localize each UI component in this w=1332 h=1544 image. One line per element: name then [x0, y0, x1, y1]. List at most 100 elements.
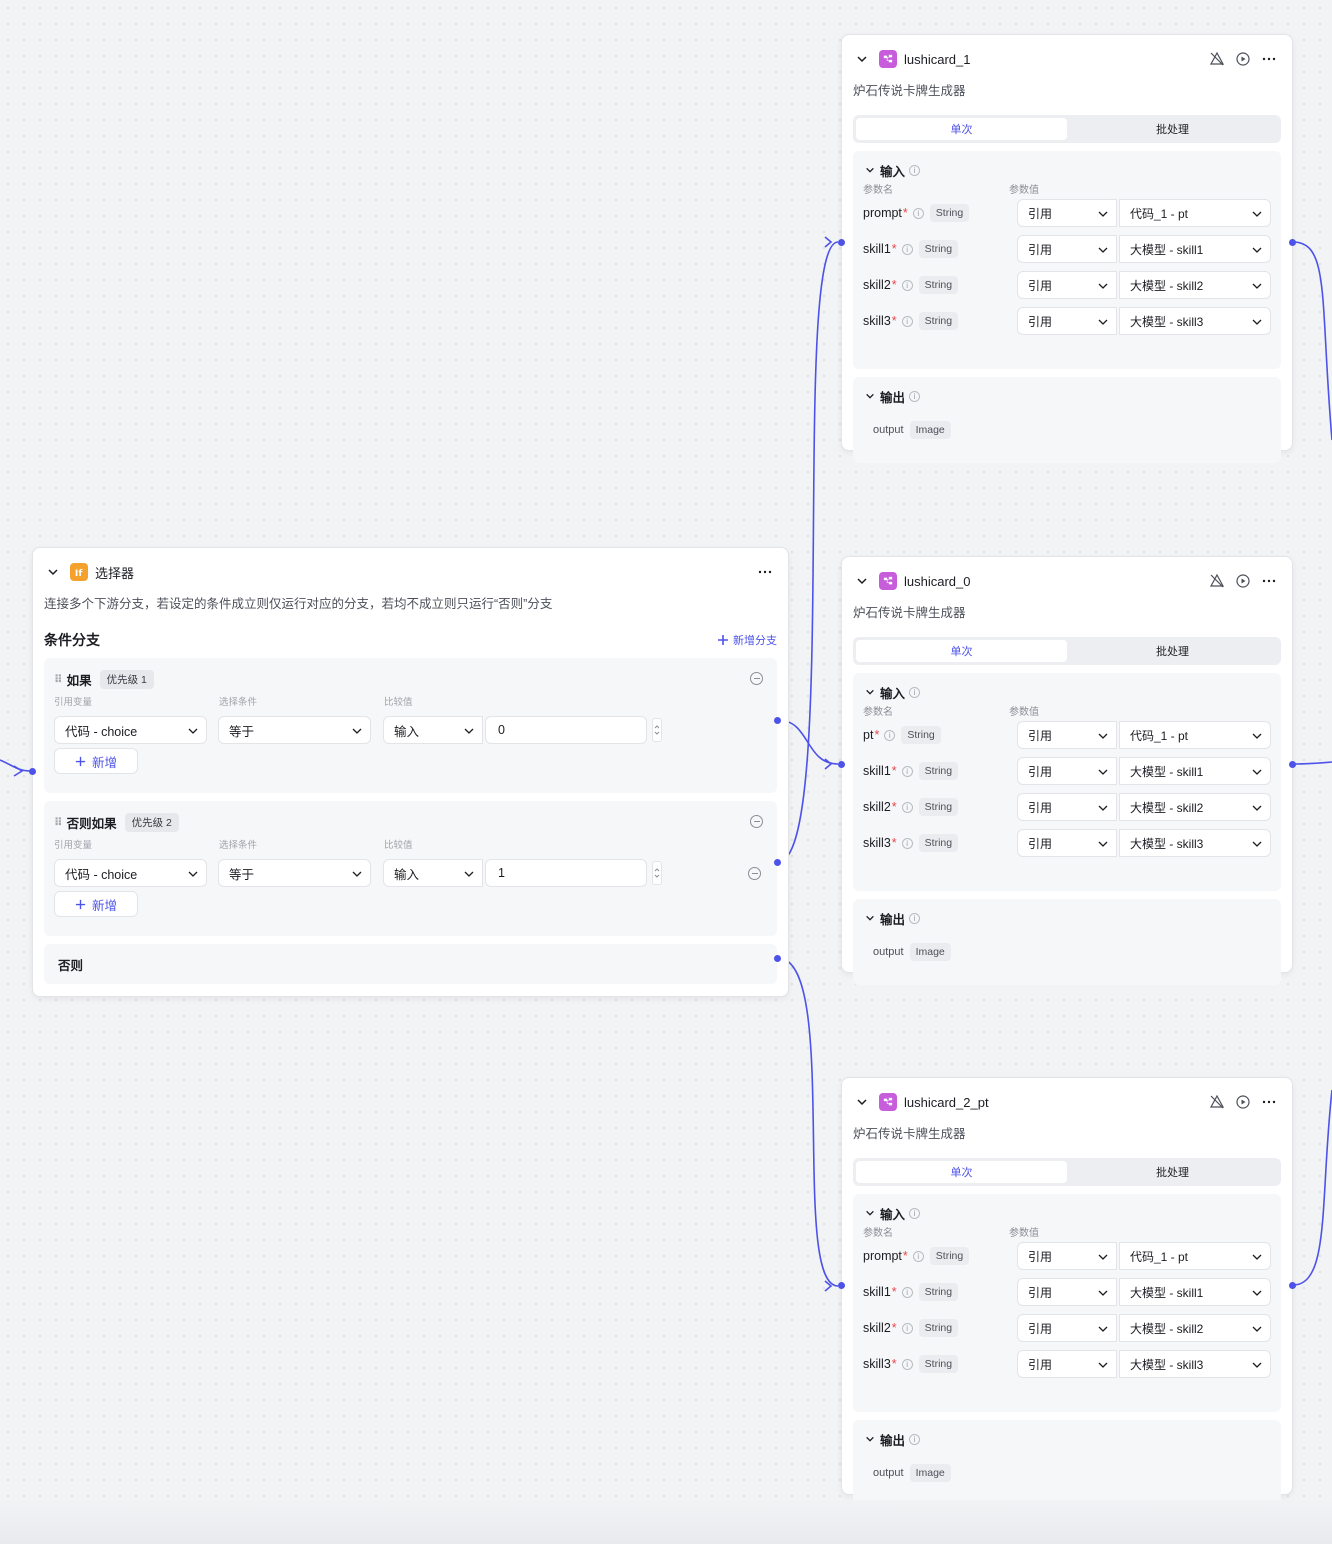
value-mode-select[interactable]: 引用 — [1017, 757, 1117, 785]
reference-select[interactable]: 大模型 - skill1 — [1119, 757, 1271, 785]
reference-select[interactable]: 大模型 - skill3 — [1119, 307, 1271, 335]
if-output-port[interactable] — [774, 717, 781, 724]
info-icon[interactable]: i — [901, 279, 913, 291]
compare-type-select[interactable]: 输入 — [383, 716, 483, 744]
value-mode-select[interactable]: 引用 — [1017, 721, 1117, 749]
compare-value-input[interactable]: 1 — [485, 859, 647, 887]
info-icon[interactable]: i — [909, 912, 921, 924]
value-mode-select[interactable]: 引用 — [1017, 307, 1117, 335]
plugin-node[interactable]: lushicard_1 炉石传说卡牌生成器 单次 批处理 输入 i 参数名 参数值… — [838, 34, 1296, 463]
remove-branch-icon[interactable] — [750, 815, 763, 828]
more-icon[interactable] — [1261, 1094, 1277, 1110]
value-mode-select[interactable]: 引用 — [1017, 1242, 1117, 1270]
compare-type-select[interactable]: 输入 — [383, 859, 483, 887]
reference-select[interactable]: 大模型 - skill3 — [1119, 829, 1271, 857]
chevron-down-icon[interactable] — [863, 1430, 877, 1448]
value-mode-select[interactable]: 引用 — [1017, 793, 1117, 821]
info-icon[interactable]: i — [901, 1358, 913, 1370]
add-branch-button[interactable]: 新增分支 — [717, 632, 777, 648]
play-icon[interactable] — [1235, 573, 1251, 589]
reference-select[interactable]: 大模型 - skill1 — [1119, 1278, 1271, 1306]
tab-batch[interactable]: 批处理 — [1067, 118, 1278, 140]
value-mode-select[interactable]: 引用 — [1017, 271, 1117, 299]
info-icon[interactable]: i — [901, 315, 913, 327]
chevron-down-icon[interactable] — [863, 683, 877, 701]
chevron-down-icon[interactable] — [853, 572, 871, 590]
variable-select[interactable]: 代码 - choice — [54, 859, 207, 887]
error-off-icon[interactable] — [1209, 573, 1225, 589]
info-icon[interactable]: i — [901, 765, 913, 777]
info-icon[interactable]: i — [912, 207, 924, 219]
value-mode-select[interactable]: 引用 — [1017, 235, 1117, 263]
add-condition-button[interactable]: 新增 — [54, 891, 138, 917]
tab-single[interactable]: 单次 — [856, 118, 1067, 140]
tab-batch[interactable]: 批处理 — [1067, 640, 1278, 662]
chevron-down-icon[interactable] — [863, 161, 877, 179]
remove-condition-icon[interactable] — [748, 866, 761, 880]
reference-select[interactable]: 大模型 - skill2 — [1119, 271, 1271, 299]
info-icon[interactable]: i — [909, 1433, 921, 1445]
input-port[interactable] — [838, 761, 845, 768]
variable-select[interactable]: 代码 - choice — [54, 716, 207, 744]
error-off-icon[interactable] — [1209, 1094, 1225, 1110]
elseif-output-port[interactable] — [774, 859, 781, 866]
info-icon[interactable]: i — [901, 837, 913, 849]
plugin-node[interactable]: lushicard_0 炉石传说卡牌生成器 单次 批处理 输入 i 参数名 参数值… — [838, 556, 1296, 985]
more-icon[interactable] — [1261, 573, 1277, 589]
info-icon[interactable]: i — [901, 801, 913, 813]
chevron-down-icon[interactable] — [853, 1093, 871, 1111]
drag-handle-icon[interactable]: ⠿ — [54, 816, 62, 829]
selector-node[interactable]: If 选择器 连接多个下游分支，若设定的条件成立则仅运行对应的分支，若均不成立则… — [29, 547, 789, 997]
chevron-down-icon[interactable] — [44, 563, 62, 581]
output-port[interactable] — [1289, 1282, 1296, 1289]
error-off-icon[interactable] — [1209, 51, 1225, 67]
chevron-down-icon[interactable] — [863, 387, 877, 405]
reference-select[interactable]: 大模型 - skill3 — [1119, 1350, 1271, 1378]
info-icon[interactable]: i — [884, 729, 896, 741]
plugin-node[interactable]: lushicard_2_pt 炉石传说卡牌生成器 单次 批处理 输入 i 参数名… — [838, 1077, 1296, 1506]
info-icon[interactable]: i — [901, 243, 913, 255]
reference-select[interactable]: 代码_1 - pt — [1119, 199, 1271, 227]
reference-select[interactable]: 代码_1 - pt — [1119, 721, 1271, 749]
number-stepper[interactable] — [652, 718, 662, 742]
number-stepper[interactable] — [652, 861, 662, 885]
input-port[interactable] — [29, 768, 36, 775]
output-port[interactable] — [1289, 761, 1296, 768]
tab-single[interactable]: 单次 — [856, 1161, 1067, 1183]
info-icon[interactable]: i — [909, 390, 921, 402]
output-port[interactable] — [1289, 239, 1296, 246]
reference-select[interactable]: 代码_1 - pt — [1119, 1242, 1271, 1270]
chevron-down-icon[interactable] — [863, 1204, 877, 1222]
input-port[interactable] — [838, 1282, 845, 1289]
compare-value-input[interactable]: 0 — [485, 716, 647, 744]
info-icon[interactable]: i — [909, 164, 921, 176]
input-port[interactable] — [838, 239, 845, 246]
value-mode-select[interactable]: 引用 — [1017, 829, 1117, 857]
info-icon[interactable]: i — [901, 1322, 913, 1334]
add-condition-button[interactable]: 新增 — [54, 748, 138, 774]
value-mode-select[interactable]: 引用 — [1017, 1350, 1117, 1378]
else-output-port[interactable] — [774, 955, 781, 962]
tab-batch[interactable]: 批处理 — [1067, 1161, 1278, 1183]
info-icon[interactable]: i — [909, 1207, 921, 1219]
play-icon[interactable] — [1235, 51, 1251, 67]
play-icon[interactable] — [1235, 1094, 1251, 1110]
value-mode-select[interactable]: 引用 — [1017, 1314, 1117, 1342]
drag-handle-icon[interactable]: ⠿ — [54, 673, 62, 686]
value-mode-select[interactable]: 引用 — [1017, 199, 1117, 227]
reference-select[interactable]: 大模型 - skill2 — [1119, 793, 1271, 821]
condition-select[interactable]: 等于 — [218, 859, 371, 887]
chevron-down-icon[interactable] — [853, 50, 871, 68]
reference-select[interactable]: 大模型 - skill1 — [1119, 235, 1271, 263]
chevron-down-icon[interactable] — [863, 909, 877, 927]
reference-select[interactable]: 大模型 - skill2 — [1119, 1314, 1271, 1342]
remove-branch-icon[interactable] — [750, 672, 763, 685]
tab-single[interactable]: 单次 — [856, 640, 1067, 662]
condition-select[interactable]: 等于 — [218, 716, 371, 744]
more-icon[interactable] — [757, 564, 773, 580]
more-icon[interactable] — [1261, 51, 1277, 67]
info-icon[interactable]: i — [901, 1286, 913, 1298]
info-icon[interactable]: i — [912, 1250, 924, 1262]
info-icon[interactable]: i — [909, 686, 921, 698]
value-mode-select[interactable]: 引用 — [1017, 1278, 1117, 1306]
